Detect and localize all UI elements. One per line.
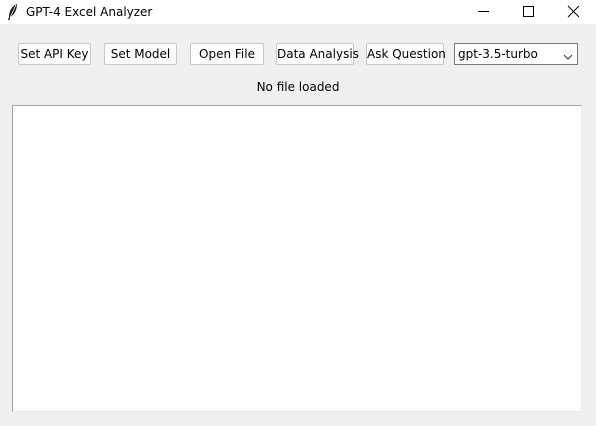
file-status-label: No file loaded xyxy=(256,80,340,94)
open-file-button[interactable]: Open File xyxy=(190,43,264,65)
close-icon xyxy=(567,5,580,18)
output-text-area[interactable] xyxy=(12,105,582,412)
app-window: GPT-4 Excel Analyzer Set API Key Set Mod… xyxy=(0,0,596,426)
model-select-value: gpt-3.5-turbo xyxy=(458,47,538,61)
maximize-button[interactable] xyxy=(506,0,551,24)
title-bar[interactable]: GPT-4 Excel Analyzer xyxy=(0,0,596,24)
set-api-key-button[interactable]: Set API Key xyxy=(18,43,91,65)
model-select[interactable]: gpt-3.5-turbo xyxy=(454,43,578,65)
ask-question-button[interactable]: Ask Question xyxy=(366,43,446,65)
minimize-icon xyxy=(478,11,489,12)
window-title: GPT-4 Excel Analyzer xyxy=(26,5,153,19)
maximize-icon xyxy=(523,6,534,17)
close-button[interactable] xyxy=(551,0,596,24)
feather-icon xyxy=(6,3,20,21)
set-model-button[interactable]: Set Model xyxy=(104,43,177,65)
chevron-down-icon[interactable] xyxy=(563,50,573,60)
data-analysis-button[interactable]: Data Analysis xyxy=(276,43,359,65)
minimize-button[interactable] xyxy=(461,0,506,24)
